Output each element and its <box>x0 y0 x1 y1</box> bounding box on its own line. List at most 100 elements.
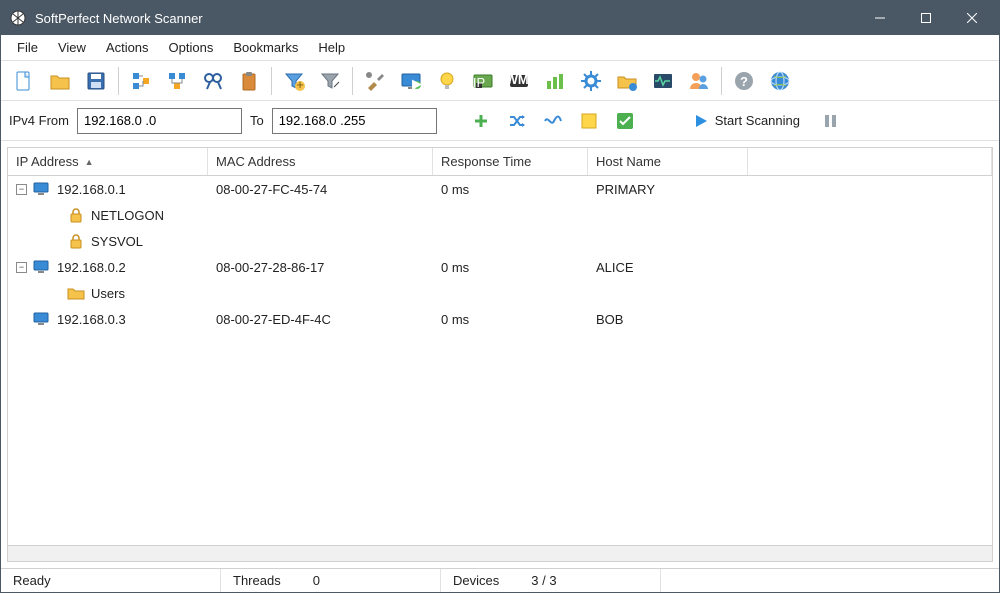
shuffle-icon[interactable] <box>503 107 531 135</box>
pc-icon <box>33 310 51 328</box>
ip-range-row: IPv4 From To Start Scanning <box>1 101 999 141</box>
tree-collapse-icon[interactable]: − <box>16 262 27 273</box>
status-devices-label: Devices <box>453 573 499 588</box>
ip-card-icon[interactable]: IP <box>466 64 500 98</box>
lightbulb-icon[interactable] <box>430 64 464 98</box>
status-bar: Ready Threads 0 Devices 3 / 3 <box>1 568 999 592</box>
start-scanning-label: Start Scanning <box>715 113 800 128</box>
ip-to-label: To <box>250 113 264 128</box>
column-ip[interactable]: IP Address <box>8 148 208 175</box>
toolbar-separator <box>118 67 119 95</box>
start-scanning-button[interactable]: Start Scanning <box>685 106 808 136</box>
remote-screen-icon[interactable]: ▶ <box>394 64 428 98</box>
open-folder-icon[interactable] <box>43 64 77 98</box>
status-devices-value: 3 / 3 <box>531 573 556 588</box>
status-resize-grip <box>661 569 999 592</box>
status-devices: Devices 3 / 3 <box>441 569 661 592</box>
app-title: SoftPerfect Network Scanner <box>35 11 857 26</box>
maximize-button[interactable] <box>903 1 949 35</box>
table-row-host[interactable]: 192.168.0.3 08-00-27-ED-4F-4C0 msBOB <box>8 306 992 332</box>
play-icon <box>693 113 709 129</box>
pause-icon[interactable] <box>816 107 844 135</box>
toolbar-separator <box>721 67 722 95</box>
lock-icon <box>67 232 85 250</box>
wmi-icon[interactable]: WMI <box>502 64 536 98</box>
svg-text:▶: ▶ <box>412 76 422 91</box>
lock-icon <box>67 206 85 224</box>
close-button[interactable] <box>949 1 995 35</box>
table-row-share[interactable]: SYSVOL <box>8 228 992 254</box>
status-threads-value: 0 <box>313 573 320 588</box>
grid-header: IP Address MAC Address Response Time Hos… <box>8 148 992 176</box>
globe-icon[interactable] <box>763 64 797 98</box>
app-window: SoftPerfect Network Scanner File View Ac… <box>0 0 1000 593</box>
minimize-button[interactable] <box>857 1 903 35</box>
toolbar-separator <box>271 67 272 95</box>
status-threads-label: Threads <box>233 573 281 588</box>
cell-hostname: PRIMARY <box>588 182 748 197</box>
status-threads: Threads 0 <box>221 569 441 592</box>
cell-response-time: 0 ms <box>433 312 588 327</box>
column-hostname[interactable]: Host Name <box>588 148 748 175</box>
cell-hostname: BOB <box>588 312 748 327</box>
add-range-icon[interactable] <box>467 107 495 135</box>
results-area: IP Address MAC Address Response Time Hos… <box>1 141 999 568</box>
menu-view[interactable]: View <box>48 36 96 59</box>
filter-icon[interactable] <box>313 64 347 98</box>
ip-from-label: IPv4 From <box>9 113 69 128</box>
folder-network-icon[interactable] <box>610 64 644 98</box>
new-file-icon[interactable] <box>7 64 41 98</box>
gear-icon[interactable] <box>574 64 608 98</box>
column-response[interactable]: Response Time <box>433 148 588 175</box>
clipboard-icon[interactable] <box>232 64 266 98</box>
ip-from-input[interactable] <box>77 108 242 134</box>
menu-bookmarks[interactable]: Bookmarks <box>223 36 308 59</box>
tree-collapse-icon[interactable] <box>160 64 194 98</box>
users-icon[interactable] <box>682 64 716 98</box>
cell-ip: 192.168.0.1 <box>57 182 126 197</box>
menu-bar: File View Actions Options Bookmarks Help <box>1 35 999 61</box>
tools-icon[interactable] <box>358 64 392 98</box>
table-row-host[interactable]: − 192.168.0.1 08-00-27-FC-45-740 msPRIMARY <box>8 176 992 202</box>
cell-mac: 08-00-27-ED-4F-4C <box>208 312 433 327</box>
tree-collapse-icon[interactable]: − <box>16 184 27 195</box>
wave-icon[interactable] <box>539 107 567 135</box>
toolbar-separator <box>352 67 353 95</box>
menu-actions[interactable]: Actions <box>96 36 159 59</box>
app-icon <box>9 9 27 27</box>
status-ready: Ready <box>1 569 221 592</box>
chart-icon[interactable] <box>538 64 572 98</box>
filter-add-icon[interactable]: + <box>277 64 311 98</box>
grid-body[interactable]: −192.168.0.108-00-27-FC-45-740 msPRIMARY… <box>8 176 992 545</box>
menu-options[interactable]: Options <box>159 36 224 59</box>
pc-icon <box>33 258 51 276</box>
cell-mac: 08-00-27-28-86-17 <box>208 260 433 275</box>
menu-file[interactable]: File <box>7 36 48 59</box>
cell-mac: 08-00-27-FC-45-74 <box>208 182 433 197</box>
menu-help[interactable]: Help <box>308 36 355 59</box>
save-icon[interactable] <box>79 64 113 98</box>
results-grid: IP Address MAC Address Response Time Hos… <box>7 147 993 562</box>
svg-text:IP: IP <box>473 75 485 90</box>
activity-icon[interactable] <box>646 64 680 98</box>
cell-ip: 192.168.0.3 <box>57 312 126 327</box>
table-row-share[interactable]: NETLOGON <box>8 202 992 228</box>
horizontal-scrollbar[interactable] <box>8 545 992 561</box>
ip-to-input[interactable] <box>272 108 437 134</box>
cell-response-time: 0 ms <box>433 260 588 275</box>
help-icon[interactable]: ? <box>727 64 761 98</box>
cell-response-time: 0 ms <box>433 182 588 197</box>
column-mac[interactable]: MAC Address <box>208 148 433 175</box>
titlebar: SoftPerfect Network Scanner <box>1 1 999 35</box>
table-row-share[interactable]: Users <box>8 280 992 306</box>
check-icon[interactable] <box>611 107 639 135</box>
folder-icon <box>67 284 85 302</box>
toolbar: + ▶ IP WMI ? <box>1 61 999 101</box>
svg-text:WMI: WMI <box>507 72 531 87</box>
tree-expand-icon[interactable] <box>124 64 158 98</box>
svg-text:?: ? <box>740 74 748 89</box>
table-row-host[interactable]: −192.168.0.208-00-27-28-86-170 msALICE <box>8 254 992 280</box>
find-icon[interactable] <box>196 64 230 98</box>
note-icon[interactable] <box>575 107 603 135</box>
cell-share-name: SYSVOL <box>91 234 143 249</box>
